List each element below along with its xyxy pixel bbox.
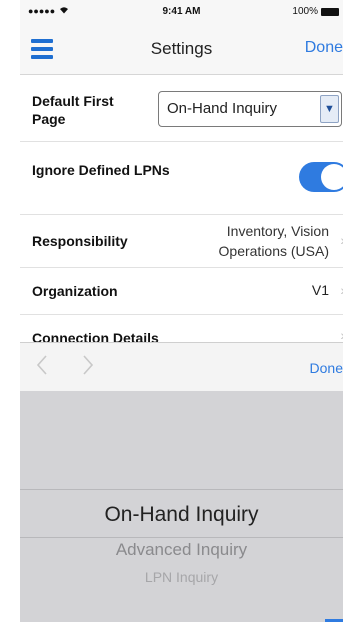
done-button[interactable]: Done bbox=[305, 39, 343, 57]
picker-toolbar: Done bbox=[20, 342, 343, 392]
picker-option[interactable]: LPN Inquiry bbox=[20, 569, 343, 585]
status-bar: ●●●●● 9:41 AM 100% bbox=[20, 0, 343, 24]
dropdown-arrow-icon[interactable]: ▼ bbox=[320, 95, 339, 123]
picker-option[interactable]: Advanced Inquiry bbox=[20, 540, 343, 560]
responsibility-value: Inventory, Vision Operations (USA) bbox=[219, 221, 329, 261]
picker-selection-line-top bbox=[20, 489, 343, 490]
picker-selection-line-bottom bbox=[20, 537, 343, 538]
navigation-bar: Settings Done bbox=[20, 24, 343, 75]
connection-details-row[interactable]: Connection Details › bbox=[20, 315, 343, 345]
responsibility-row[interactable]: Responsibility Inventory, Vision Operati… bbox=[20, 215, 343, 268]
default-first-page-select[interactable]: On-Hand Inquiry ▼ bbox=[158, 91, 342, 127]
default-first-page-label: Default First Page bbox=[32, 93, 114, 127]
picker-done-button[interactable]: Done bbox=[310, 360, 343, 376]
toggle-knob bbox=[321, 164, 343, 190]
chevron-right-icon[interactable] bbox=[82, 355, 94, 381]
page-title: Settings bbox=[150, 39, 213, 58]
phone-screen: ●●●●● 9:41 AM 100% Settings Done Default… bbox=[20, 0, 343, 622]
responsibility-label: Responsibility bbox=[32, 233, 128, 249]
picker-option-selected[interactable]: On-Hand Inquiry bbox=[20, 503, 343, 527]
organization-value: V1 bbox=[311, 282, 329, 298]
battery-percent: 100% bbox=[292, 6, 318, 17]
ignore-defined-lpns-label: Ignore Defined LPNs bbox=[32, 162, 170, 178]
battery-icon bbox=[321, 7, 339, 16]
corner-accent bbox=[325, 619, 343, 622]
default-first-page-row: Default First Page On-Hand Inquiry ▼ bbox=[20, 75, 343, 142]
responsibility-value-line2: Operations (USA) bbox=[218, 243, 329, 259]
responsibility-value-line1: Inventory, Vision bbox=[226, 223, 329, 239]
ignore-defined-lpns-toggle[interactable] bbox=[299, 162, 343, 192]
organization-label: Organization bbox=[32, 283, 118, 299]
chevron-left-icon[interactable] bbox=[36, 355, 48, 381]
organization-row[interactable]: Organization V1 › bbox=[20, 268, 343, 315]
status-right: 100% bbox=[292, 6, 339, 17]
default-first-page-value: On-Hand Inquiry bbox=[167, 100, 278, 117]
ignore-defined-lpns-row: Ignore Defined LPNs bbox=[20, 142, 343, 215]
picker-wheel[interactable]: On-Hand Inquiry Advanced Inquiry LPN Inq… bbox=[20, 391, 343, 622]
